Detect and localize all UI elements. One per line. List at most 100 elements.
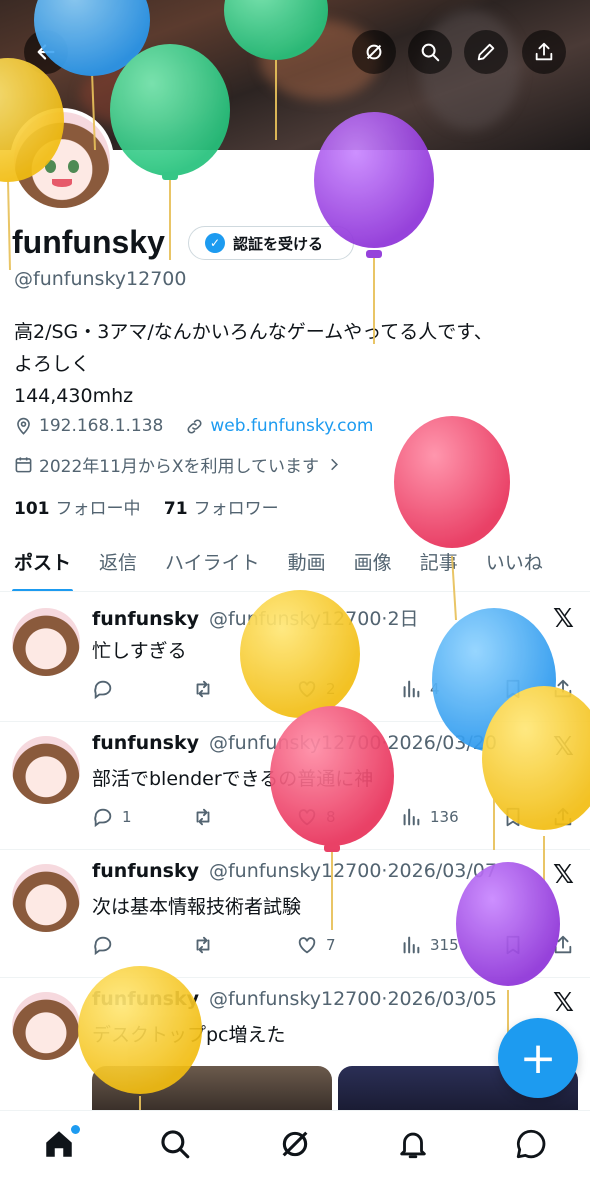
- bookmark-button[interactable]: [502, 806, 524, 828]
- heart-icon: [298, 937, 316, 954]
- back-icon: [37, 44, 55, 60]
- reply-count: 1: [122, 808, 132, 826]
- get-verified-button[interactable]: ✓ 認証を受ける: [188, 226, 354, 260]
- like-button[interactable]: 7: [296, 934, 336, 956]
- edit-icon: [477, 43, 495, 61]
- tweet-item[interactable]: funfunsky @funfunsky12700·2日 𝕏 忙しすぎる 2 4: [0, 594, 590, 722]
- calendar-icon: [15, 457, 32, 473]
- tab-photos[interactable]: 画像: [340, 538, 406, 591]
- tab-articles[interactable]: 記事: [406, 538, 472, 591]
- share-button[interactable]: [552, 678, 574, 700]
- heart-icon: [298, 681, 316, 698]
- grok-icon: [366, 44, 382, 60]
- tweet-author[interactable]: funfunsky: [92, 988, 199, 1010]
- compose-post-button[interactable]: +: [498, 1018, 578, 1098]
- notification-dot: [71, 1125, 80, 1134]
- following-link[interactable]: 101 フォロー中: [14, 499, 141, 519]
- follow-stats: 101 フォロー中 71 フォロワー: [14, 494, 279, 519]
- edit-button[interactable]: [464, 30, 508, 74]
- tweet-author[interactable]: funfunsky: [92, 860, 199, 882]
- share-icon: [535, 42, 553, 61]
- like-count: 8: [326, 808, 336, 826]
- share-button[interactable]: [552, 934, 574, 956]
- grok-button[interactable]: [352, 30, 396, 74]
- views-icon: [403, 680, 420, 698]
- reply-button[interactable]: 1: [92, 806, 132, 828]
- profile-tabs: ポスト 返信 ハイライト 動画 画像 記事 いいね: [0, 538, 590, 592]
- tweet-media-image[interactable]: [92, 1066, 332, 1110]
- joined-row[interactable]: 2022年11月からXを利用しています: [14, 452, 344, 477]
- tweet-item[interactable]: funfunsky @funfunsky12700·2026/03/07 𝕏 次は…: [0, 850, 590, 978]
- like-button[interactable]: 8: [296, 806, 336, 828]
- bookmark-icon: [506, 679, 520, 699]
- tab-videos[interactable]: 動画: [274, 538, 340, 591]
- x-logo-icon: 𝕏: [553, 732, 574, 762]
- bookmark-button[interactable]: [502, 678, 524, 700]
- nav-notifications[interactable]: [396, 1127, 432, 1163]
- retweet-icon: [196, 680, 210, 698]
- nav-home[interactable]: [42, 1125, 80, 1163]
- tab-replies[interactable]: 返信: [85, 538, 151, 591]
- tweet-meta: @funfunsky12700·2026/03/05: [208, 988, 497, 1010]
- back-button[interactable]: [24, 30, 68, 74]
- tweet-meta: @funfunsky12700·2日: [208, 608, 419, 630]
- tweet-actions: 2 4: [92, 678, 578, 706]
- tweet-item[interactable]: funfunsky @funfunsky12700·2026/03/20 𝕏 部活…: [0, 722, 590, 850]
- view-count: 136: [430, 808, 459, 826]
- views-icon: [403, 808, 420, 826]
- tweet-author[interactable]: funfunsky: [92, 608, 199, 630]
- location-text: 192.168.1.138: [39, 416, 164, 436]
- share-profile-button[interactable]: [522, 30, 566, 74]
- tweet-author[interactable]: funfunsky: [92, 732, 199, 754]
- retweet-button[interactable]: [192, 678, 222, 700]
- bell-icon: [400, 1132, 426, 1159]
- tab-posts[interactable]: ポスト: [0, 538, 85, 591]
- bookmark-button[interactable]: [502, 934, 524, 956]
- tweet-avatar[interactable]: [12, 864, 80, 932]
- bookmark-icon: [506, 935, 520, 955]
- messages-icon: [516, 1129, 546, 1159]
- followers-link[interactable]: 71 フォロワー: [164, 499, 279, 519]
- views-button[interactable]: 315: [400, 934, 459, 956]
- share-button[interactable]: [552, 806, 574, 828]
- nav-grok[interactable]: [278, 1127, 314, 1163]
- location-icon: [17, 417, 30, 435]
- tweet-text: 忙しすぎる: [92, 640, 187, 662]
- tweet-text: デスクトップpc増えた: [92, 1024, 286, 1046]
- retweet-icon: [196, 936, 210, 954]
- retweet-button[interactable]: [192, 806, 222, 828]
- tab-likes[interactable]: いいね: [472, 538, 557, 591]
- website-link[interactable]: web.funfunsky.com: [210, 416, 373, 436]
- views-button[interactable]: 4: [400, 678, 440, 700]
- tab-highlights[interactable]: ハイライト: [151, 538, 274, 591]
- reply-button[interactable]: [92, 934, 122, 956]
- views-icon: [403, 936, 420, 954]
- tweet-actions: 1 8 136: [92, 806, 578, 834]
- bottom-navigation: [0, 1110, 590, 1200]
- tweet-avatar[interactable]: [12, 992, 80, 1060]
- tweet-avatar[interactable]: [12, 736, 80, 804]
- profile-meta-row: 192.168.1.138 web.funfunsky.com: [14, 416, 373, 436]
- followers-count: 71: [163, 499, 188, 519]
- search-button[interactable]: [408, 30, 452, 74]
- reply-button[interactable]: [92, 678, 122, 700]
- profile-avatar[interactable]: [10, 108, 114, 212]
- like-button[interactable]: 2: [296, 678, 336, 700]
- reply-icon: [94, 936, 112, 956]
- retweet-button[interactable]: [192, 934, 222, 956]
- like-count: 2: [326, 680, 336, 698]
- following-label: フォロー中: [55, 499, 141, 519]
- view-count: 315: [430, 936, 459, 954]
- views-button[interactable]: 136: [400, 806, 459, 828]
- view-count: 4: [430, 680, 440, 698]
- link-icon: [187, 418, 202, 434]
- search-icon: [421, 43, 440, 62]
- retweet-icon: [196, 808, 210, 826]
- tweet-avatar[interactable]: [12, 608, 80, 676]
- tweet-meta: @funfunsky12700·2026/03/07: [208, 860, 497, 882]
- share-icon: [554, 807, 572, 826]
- nav-messages[interactable]: [514, 1127, 550, 1163]
- reply-icon: [94, 808, 112, 828]
- profile-bio: 高2/SG・3アマ/なんかいろんなゲームやってる人です、 よろしく 144,43…: [14, 316, 574, 412]
- nav-search[interactable]: [158, 1127, 194, 1163]
